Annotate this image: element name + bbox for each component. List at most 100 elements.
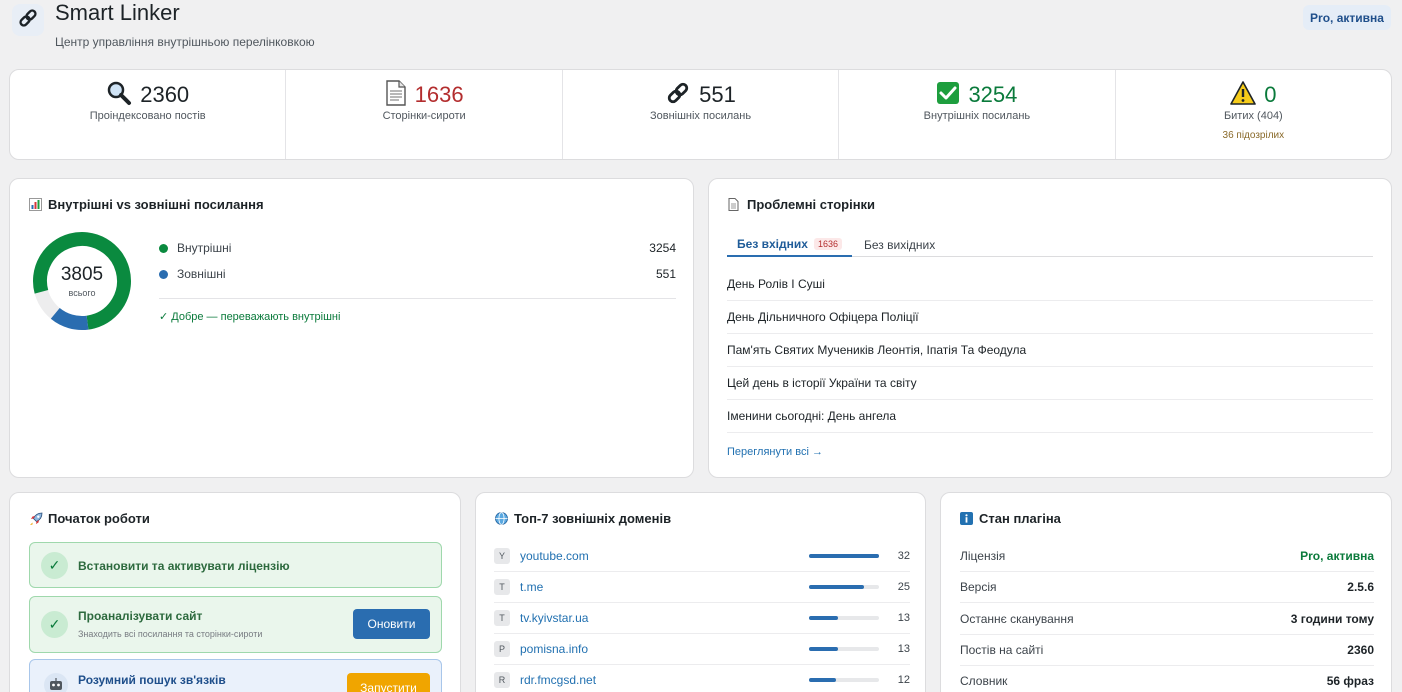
domain-link[interactable]: tv.kyivstar.ua	[520, 611, 588, 625]
card-title-text: Внутрішні vs зовнішні посилання	[48, 197, 264, 212]
domain-favicon-icon: R	[494, 672, 510, 688]
domain-share-bar	[809, 585, 879, 589]
domain-favicon-icon: T	[494, 579, 510, 595]
step-title: Встановити та активувати ліцензію	[78, 559, 290, 573]
warning-icon	[1230, 80, 1257, 110]
domain-row: Ttv.kyivstar.ua 13	[494, 603, 910, 634]
app-logo	[12, 4, 44, 36]
legend-internal: Внутрішні 3254	[159, 239, 676, 257]
problem-tabs: Без вхідних 1636 Без вихідних	[727, 232, 1373, 257]
domain-share-fill	[809, 647, 838, 651]
step-smart-search: Розумний пошук зв'язків Запустити	[29, 659, 442, 692]
card-title: Стан плагіна	[960, 511, 1061, 526]
stat-value: 2360	[140, 82, 190, 107]
card-title: Внутрішні vs зовнішні посилання	[29, 197, 264, 212]
card-title: Топ-7 зовнішніх доменів	[495, 511, 671, 526]
health-note: ✓ Добре — переважають внутрішні	[159, 311, 341, 323]
refresh-button[interactable]: Оновити	[353, 609, 430, 639]
link-icon	[665, 80, 691, 111]
domain-share-fill	[809, 585, 864, 589]
status-value: 2.5.6	[1347, 580, 1374, 594]
stats-bar: 2360 Проіндексовано постів 1636 Сторінки…	[9, 69, 1392, 160]
status-row-version: Версія 2.5.6	[960, 572, 1374, 603]
domain-row: Rrdr.fmcgsd.net 12	[494, 665, 910, 692]
domain-share-fill	[809, 554, 879, 558]
stat-value: 0	[1264, 82, 1277, 107]
status-row-dictionary: Словник 56 фраз	[960, 666, 1374, 692]
domain-favicon-icon: P	[494, 641, 510, 657]
domain-count: 13	[897, 612, 910, 624]
top-domains-card: Топ-7 зовнішніх доменів Yyoutube.com 32 Tt…	[475, 492, 926, 692]
stat-external-links: 551 Зовнішніх посилань	[563, 70, 840, 159]
stat-orphan-pages: 1636 Сторінки-сироти	[286, 70, 563, 159]
magnifier-icon	[106, 80, 132, 111]
check-icon: ✓	[41, 611, 68, 638]
step-description: Знаходить всі посилання та сторінки-сиро…	[78, 629, 263, 639]
domain-link[interactable]: rdr.fmcgsd.net	[520, 673, 596, 687]
card-title-text: Топ-7 зовнішніх доменів	[514, 511, 672, 526]
legend-external: Зовнішні 551	[159, 265, 676, 283]
status-value: 56 фраз	[1326, 674, 1374, 688]
run-button[interactable]: Запустити	[347, 673, 430, 692]
domain-count: 12	[897, 674, 910, 686]
domain-row: Yyoutube.com 32	[494, 541, 910, 572]
step-activate-license: ✓ Встановити та активувати ліцензію	[29, 542, 442, 588]
card-title-text: Початок роботи	[48, 511, 150, 526]
tab-no-outgoing[interactable]: Без вихідних	[864, 232, 935, 257]
links-ratio-card: Внутрішні vs зовнішні посилання 3805 всь…	[9, 178, 694, 478]
page-header: Smart Linker Центр управління внутрішньо…	[0, 0, 1402, 60]
problem-page-link[interactable]: Цей день в історії України та світу	[727, 367, 1373, 400]
status-value: 2360	[1347, 643, 1374, 657]
problem-page-link[interactable]: Пам'ять Святих Мучеників Леонтія, Іпатія…	[727, 334, 1373, 367]
legend-value: 3254	[649, 241, 676, 255]
app-title: Smart Linker	[55, 0, 180, 25]
card-title-text: Стан плагіна	[979, 511, 1061, 526]
getting-started-card: Початок роботи ✓ Встановити та активуват…	[9, 492, 461, 692]
domain-link[interactable]: t.me	[520, 580, 543, 594]
domain-row: Ppomisna.info 13	[494, 634, 910, 665]
domain-count: 13	[897, 643, 910, 655]
status-key: Ліцензія	[960, 549, 1006, 563]
view-all-link[interactable]: Переглянути всі →	[727, 446, 823, 458]
bar-chart-icon	[29, 198, 42, 211]
domain-share-bar	[809, 647, 879, 651]
robot-icon	[44, 673, 68, 692]
domain-link[interactable]: youtube.com	[520, 549, 589, 563]
legend-label: Зовнішні	[177, 267, 226, 281]
plugin-status-card: Стан плагіна Ліцензія Pro, активна Версі…	[940, 492, 1392, 692]
document-icon	[385, 79, 407, 111]
problem-page-link[interactable]: Іменини сьогодні: День ангела	[727, 400, 1373, 433]
domain-favicon-icon: Y	[494, 548, 510, 564]
domain-count: 25	[897, 581, 910, 593]
domain-share-bar	[809, 678, 879, 682]
app-subtitle: Центр управління внутрішньою перелінковк…	[55, 35, 315, 49]
rocket-icon	[29, 512, 43, 525]
stat-value: 1636	[414, 82, 464, 107]
stat-label: Внутрішніх посилань	[923, 110, 1031, 122]
stat-label: Зовнішніх посилань	[649, 110, 752, 122]
status-key: Версія	[960, 580, 997, 594]
domain-share-fill	[809, 678, 836, 682]
domain-count: 32	[897, 550, 910, 562]
checkmark-icon	[936, 81, 960, 110]
problem-pages-card: Проблемні сторінки Без вхідних 1636 Без …	[708, 178, 1392, 478]
status-key: Словник	[960, 674, 1008, 688]
tab-label: Без вихідних	[864, 237, 936, 252]
check-icon: ✓	[41, 552, 68, 579]
donut-total-label: всього	[68, 288, 96, 298]
status-value: Pro, активна	[1300, 549, 1374, 563]
stat-label: Проіндексовано постів	[89, 110, 206, 122]
tab-no-incoming[interactable]: Без вхідних 1636	[727, 232, 852, 257]
problem-page-link[interactable]: День Ролів І Суші	[727, 268, 1373, 301]
domain-share-bar	[809, 616, 879, 620]
problem-page-link[interactable]: День Дільничного Офіцера Поліції	[727, 301, 1373, 334]
stat-broken-links: 0 Битих (404) 36 підозрілих	[1116, 70, 1391, 159]
status-key: Постів на сайті	[960, 643, 1044, 657]
domain-link[interactable]: pomisna.info	[520, 642, 588, 656]
license-status-badge: Pro, активна	[1303, 5, 1391, 30]
tab-label: Без вхідних	[737, 236, 808, 251]
stat-label: Битих (404)	[1223, 110, 1283, 122]
domain-share-fill	[809, 616, 838, 620]
status-row-license: Ліцензія Pro, активна	[960, 541, 1374, 572]
card-title-text: Проблемні сторінки	[747, 197, 876, 212]
